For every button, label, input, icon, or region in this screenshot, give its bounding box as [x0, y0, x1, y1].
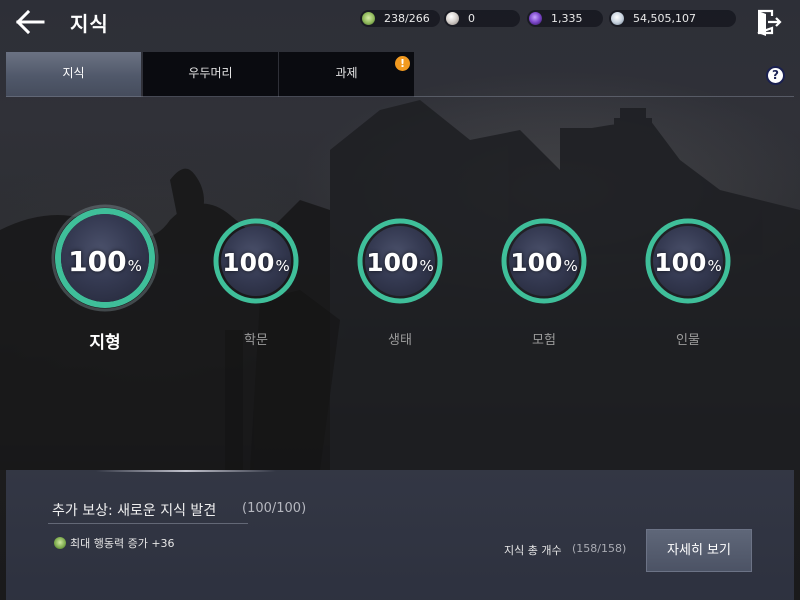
progress-percent: 100%: [366, 248, 434, 277]
progress-percent: 100%: [68, 245, 142, 278]
alert-badge: !: [395, 56, 410, 71]
category-people[interactable]: 100% 인물: [645, 218, 731, 348]
top-bar: 지식 238/266 0 1,335 54,505,107: [0, 0, 800, 44]
progress-percent: 100%: [510, 248, 578, 277]
category-study[interactable]: 100% 학문: [213, 218, 299, 348]
purple-orb-icon: [529, 12, 542, 25]
category-label: 지형: [89, 333, 121, 353]
resource-value: 238/266: [384, 12, 430, 25]
reward-panel: 추가 보상: 새로운 지식 발견 (100/100) 최대 행동력 증가 +36…: [6, 470, 794, 600]
resource-action-power[interactable]: 238/266: [360, 10, 440, 27]
category-adventure[interactable]: 100% 모험: [501, 218, 587, 348]
total-count-value: (158/158): [572, 542, 627, 555]
pearl-icon: [446, 12, 459, 25]
reward-count: (100/100): [242, 501, 307, 516]
view-details-button[interactable]: 자세히 보기: [646, 529, 752, 572]
tab-label: 과제: [335, 66, 358, 80]
back-arrow-icon[interactable]: [14, 8, 46, 36]
category-label: 학문: [244, 333, 268, 348]
category-terrain[interactable]: 100% 지형: [50, 203, 160, 363]
leaf-badge-icon: [362, 12, 375, 25]
progress-percent: 100%: [654, 248, 722, 277]
category-label: 모험: [532, 333, 556, 348]
reward-title: 추가 보상: 새로운 지식 발견: [52, 503, 217, 519]
category-label: 인물: [676, 333, 700, 348]
resource-dark-crystal[interactable]: 1,335: [527, 10, 603, 27]
tab-label: 지식: [62, 66, 85, 80]
resource-pearl[interactable]: 0: [444, 10, 520, 27]
tab-knowledge[interactable]: 지식: [6, 52, 141, 97]
panel-highlight: [96, 470, 276, 472]
category-label: 생태: [388, 333, 412, 348]
resource-value: 0: [468, 12, 475, 25]
resource-silver[interactable]: 54,505,107: [609, 10, 736, 27]
page-title: 지식: [70, 12, 109, 36]
divider: [48, 523, 248, 524]
exit-door-icon[interactable]: [754, 8, 782, 36]
category-ecology[interactable]: 100% 생태: [357, 218, 443, 348]
resource-value: 1,335: [551, 12, 583, 25]
reward-item-text: 최대 행동력 증가 +36: [70, 537, 175, 550]
tab-quest[interactable]: 과제 !: [279, 52, 414, 97]
tab-label: 우두머리: [188, 66, 233, 80]
help-button[interactable]: ?: [766, 66, 785, 85]
leaf-badge-icon: [54, 537, 66, 549]
progress-percent: 100%: [222, 248, 290, 277]
tab-divider: [6, 96, 794, 97]
silver-coin-icon: [611, 12, 624, 25]
resource-value: 54,505,107: [633, 12, 696, 25]
tab-boss[interactable]: 우두머리: [143, 52, 278, 97]
total-count-label: 지식 총 개수: [504, 544, 562, 557]
